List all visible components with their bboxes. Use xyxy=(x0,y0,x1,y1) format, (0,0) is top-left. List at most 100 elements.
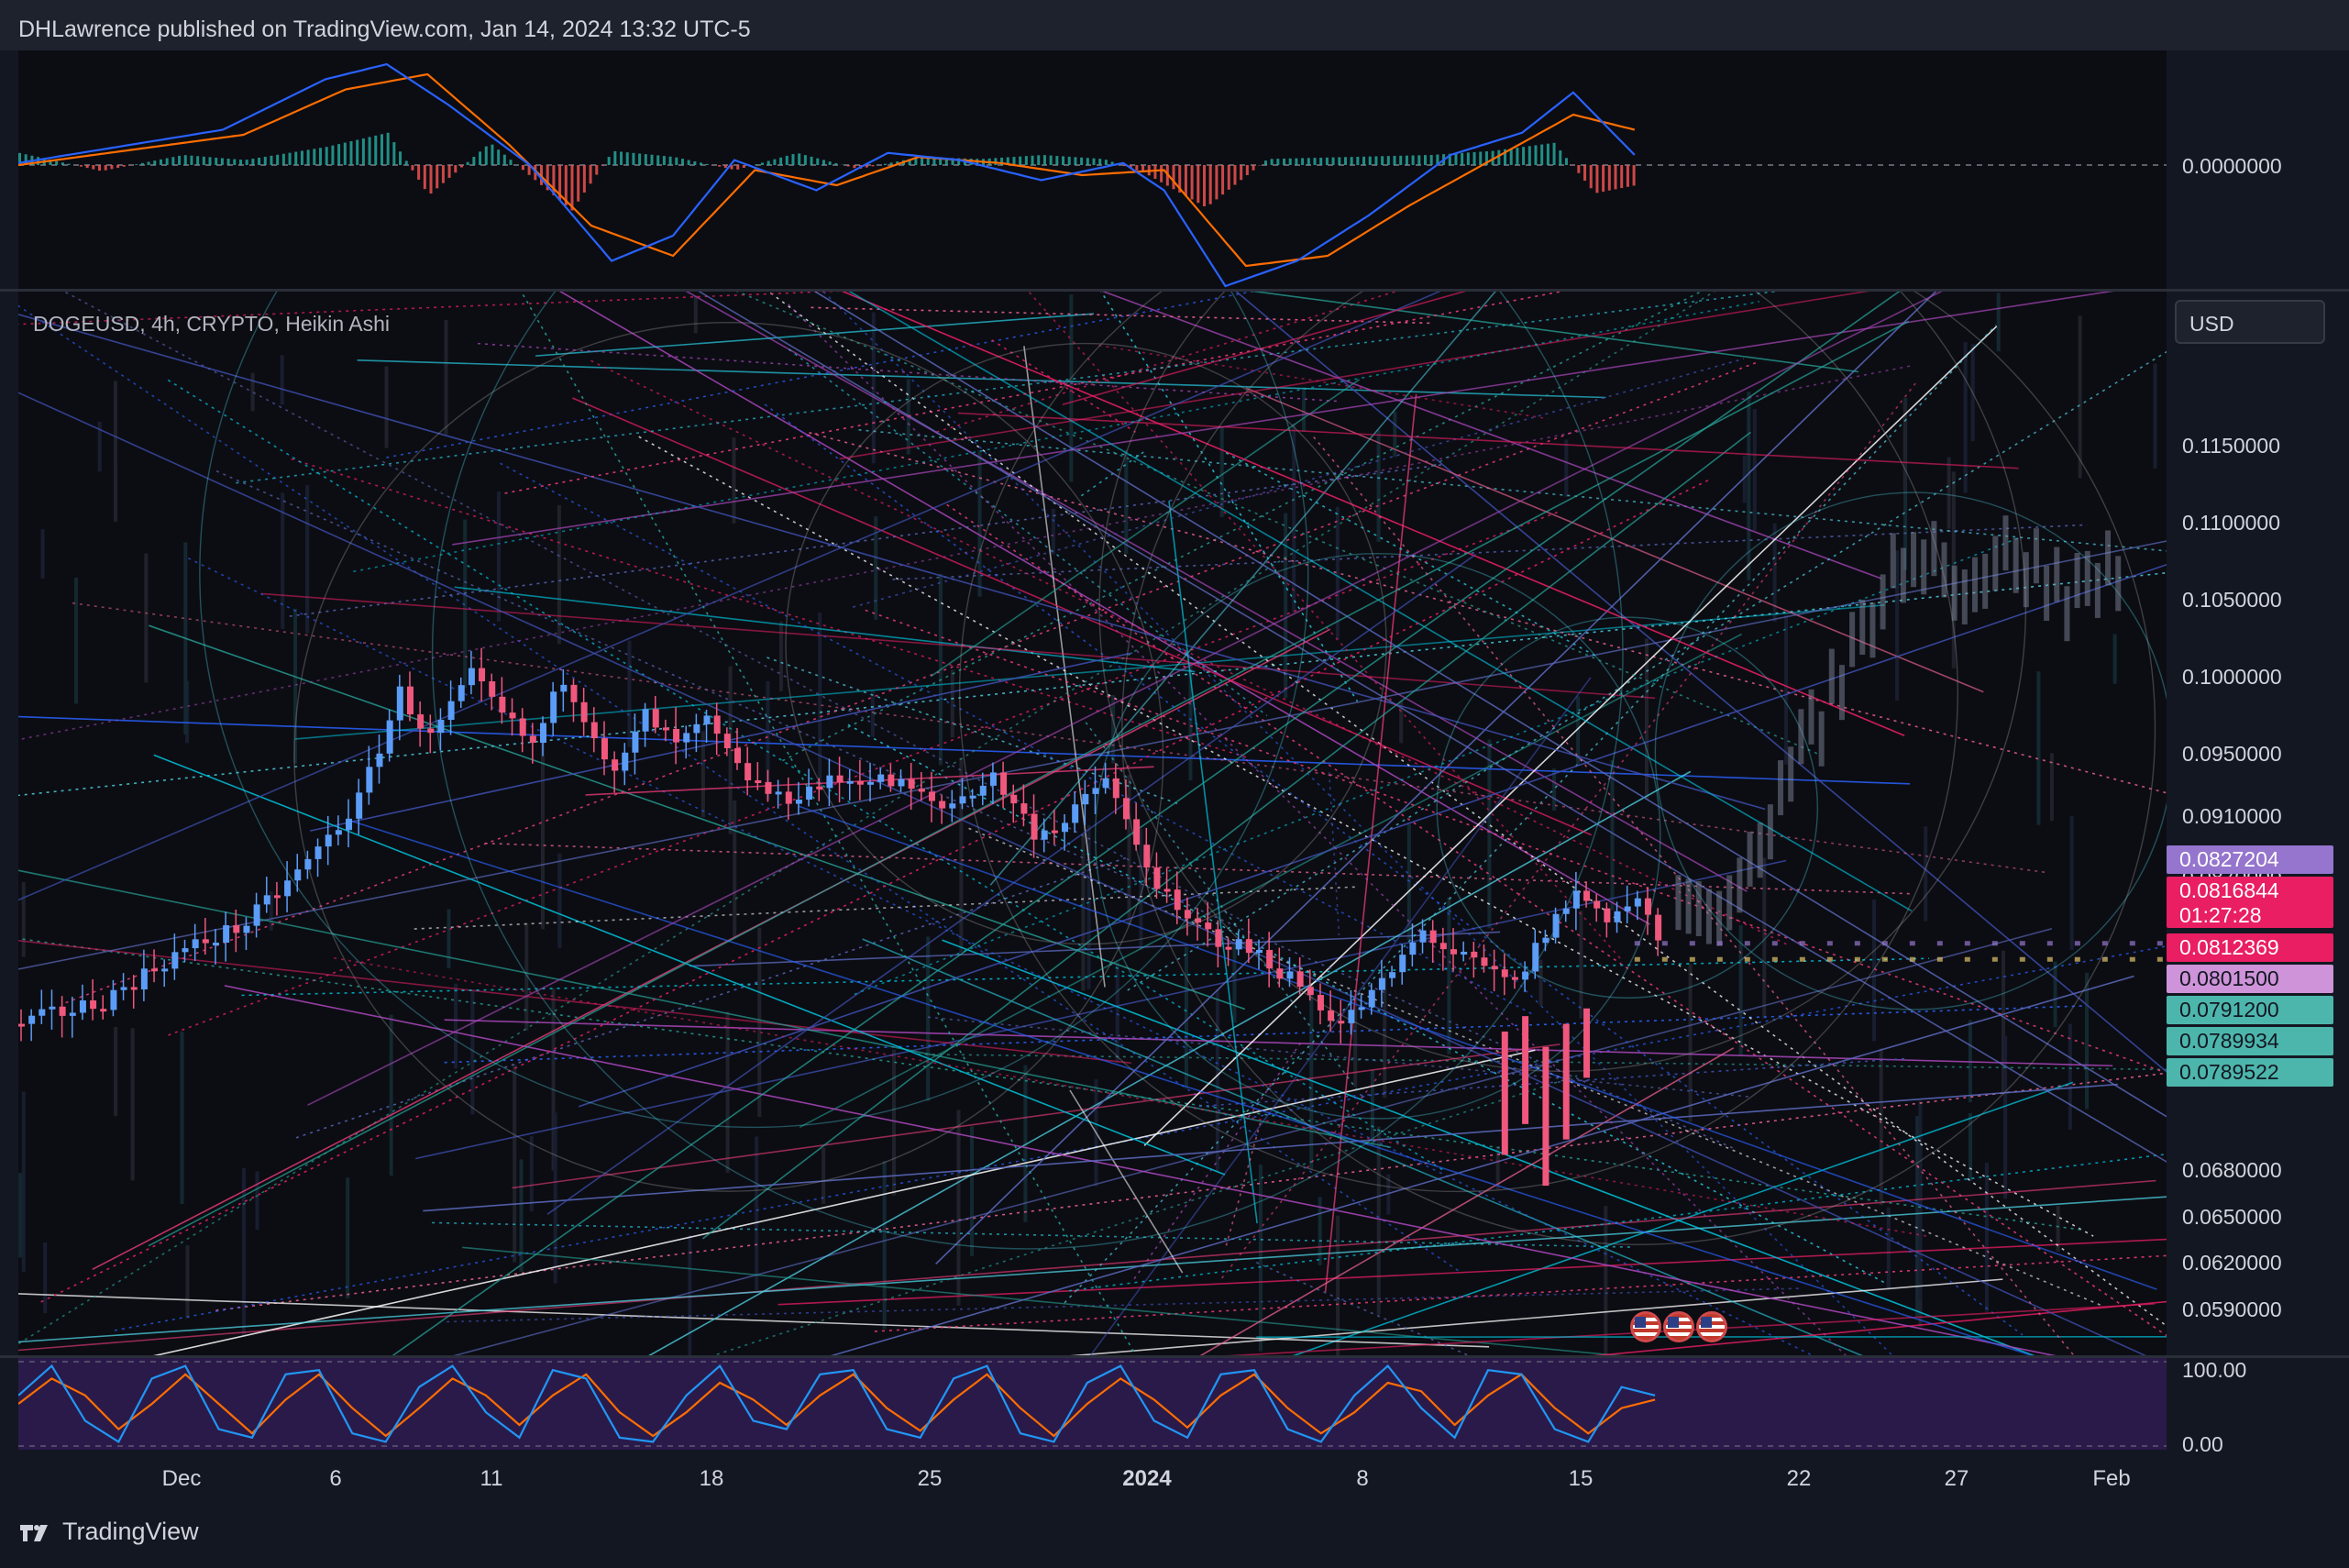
histogram-bar xyxy=(98,165,102,171)
histogram-bar xyxy=(1423,155,1427,165)
stochastic-pane[interactable] xyxy=(18,1358,2167,1450)
candle xyxy=(1358,1007,1365,1010)
signal-line xyxy=(18,72,1636,268)
price-pane[interactable] xyxy=(18,292,2167,1355)
histogram-bar xyxy=(1386,156,1390,165)
candle xyxy=(396,686,403,721)
histogram-bar xyxy=(85,165,89,169)
stochastic-chart[interactable] xyxy=(18,1358,2167,1450)
candle xyxy=(1205,922,1212,930)
price-badge[interactable]: 0.0789934 xyxy=(2167,1027,2333,1055)
time-axis[interactable]: Dec 6 11 18 25 2024 8 15 22 27 Feb xyxy=(18,1450,2167,1496)
us-flag-icon[interactable] xyxy=(1663,1311,1694,1342)
candle xyxy=(1501,969,1508,977)
candle xyxy=(39,1009,46,1016)
histogram-bar xyxy=(190,155,193,165)
histogram-bar xyxy=(1153,165,1157,180)
candle xyxy=(580,701,588,723)
macd-axis[interactable]: 0.0000000 xyxy=(2167,50,2349,289)
price-chart[interactable] xyxy=(18,292,2167,1355)
candle xyxy=(212,943,219,946)
price-badge[interactable]: 0.0812369 xyxy=(2167,933,2333,962)
projected-candle xyxy=(1808,689,1814,745)
price-badge[interactable]: 0.0789522 xyxy=(2167,1058,2333,1087)
histogram-bar xyxy=(889,162,893,165)
histogram-bar xyxy=(251,159,255,165)
candle xyxy=(1031,813,1038,840)
candle xyxy=(1481,957,1488,966)
ghost-candle xyxy=(1886,1207,1891,1290)
histogram-bar xyxy=(1055,156,1059,165)
ghost-candle xyxy=(540,728,545,930)
price-badge[interactable]: 0.0791200 xyxy=(2167,996,2333,1024)
us-flag-icon[interactable] xyxy=(1630,1311,1661,1342)
price-badge[interactable]: 0.0801500 xyxy=(2167,965,2333,993)
histogram-bar xyxy=(325,147,328,165)
histogram-bar xyxy=(1012,157,1016,165)
candle xyxy=(693,723,700,734)
histogram-bar xyxy=(1049,155,1053,165)
histogram-bar xyxy=(1227,165,1230,190)
candle xyxy=(979,785,987,796)
price-axis[interactable]: 0.1150000 0.1100000 0.1050000 0.1000000 0.09… xyxy=(2167,292,2349,1355)
candle xyxy=(1491,966,1498,970)
histogram-bar xyxy=(294,151,298,165)
projected-candle xyxy=(1695,880,1702,936)
projected-candle xyxy=(2044,566,2050,622)
ghost-candle xyxy=(1879,1048,1883,1206)
projected-candle xyxy=(1838,665,1845,721)
price-tick-label: 0.0650000 xyxy=(2182,1204,2282,1229)
candle xyxy=(1429,930,1437,944)
price-badge[interactable]: 0.0827204 xyxy=(2167,845,2333,874)
ghost-candle xyxy=(346,1177,350,1298)
projected-candle xyxy=(1675,875,1682,931)
histogram-bar xyxy=(55,160,59,165)
candle xyxy=(570,684,578,702)
histogram-bar xyxy=(1540,144,1544,165)
histogram-bar xyxy=(1429,155,1433,165)
histogram-bar xyxy=(656,155,660,165)
trend-line xyxy=(1168,501,1258,1224)
price-badge[interactable]: 0.0816844 xyxy=(2167,877,2333,905)
candle xyxy=(304,858,312,870)
candle xyxy=(652,709,659,728)
ghost-candle xyxy=(470,989,475,1115)
candle xyxy=(1317,995,1324,1010)
candle xyxy=(601,738,608,760)
candle xyxy=(192,939,199,949)
histogram-bar xyxy=(1240,165,1243,181)
candle xyxy=(908,778,915,790)
histogram-bar xyxy=(1343,157,1347,165)
price-tick-label: 0.1000000 xyxy=(2182,665,2282,690)
macd-chart[interactable] xyxy=(18,50,2167,289)
price-badge[interactable]: 01:27:28 xyxy=(2167,902,2333,928)
ghost-candle xyxy=(241,1167,246,1337)
candle xyxy=(795,800,802,804)
candle xyxy=(1328,1010,1335,1021)
ghost-candle xyxy=(496,491,501,622)
histogram-bar xyxy=(183,155,187,165)
currency-button[interactable]: USD xyxy=(2175,300,2325,344)
histogram-bar xyxy=(822,160,825,165)
candle xyxy=(1368,989,1375,1008)
candle xyxy=(417,714,425,729)
histogram-bar xyxy=(1270,159,1274,165)
histogram-bar xyxy=(1031,155,1034,165)
ghost-candle xyxy=(280,355,284,405)
us-flag-icon[interactable] xyxy=(1696,1311,1727,1342)
candle xyxy=(437,720,445,734)
projected-candle xyxy=(1911,532,1917,588)
candle xyxy=(284,880,292,897)
tradingview-brand[interactable]: TradingView xyxy=(18,1518,199,1546)
histogram-bar xyxy=(343,142,347,165)
economic-events[interactable] xyxy=(1630,1311,1727,1342)
ghost-candle xyxy=(1215,989,1219,1172)
trend-line xyxy=(453,928,2053,1355)
candle xyxy=(1184,910,1191,919)
candle xyxy=(233,925,240,933)
histogram-bar xyxy=(484,146,488,165)
candle xyxy=(632,731,639,753)
macd-pane[interactable] xyxy=(18,50,2167,289)
stochastic-axis[interactable]: 100.00 0.00 xyxy=(2167,1358,2349,1456)
histogram-bar xyxy=(828,161,832,165)
